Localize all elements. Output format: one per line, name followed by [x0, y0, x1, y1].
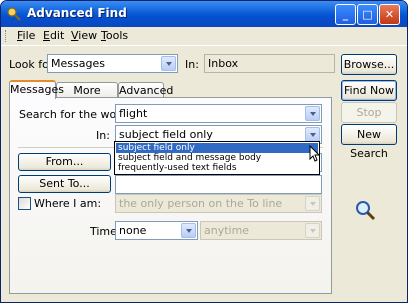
chevron-down-icon[interactable] — [181, 223, 196, 238]
minimize-button[interactable]: _ — [335, 4, 356, 25]
find-now-button[interactable]: Find Now — [341, 80, 397, 101]
chevron-down-icon[interactable] — [305, 106, 320, 121]
search-words-field[interactable]: flight — [115, 104, 322, 123]
in-folder-value: Inbox — [208, 57, 239, 70]
where-i-am-checkbox[interactable] — [18, 197, 31, 210]
advanced-find-window: Advanced Find _ □ ✕ File Edit View Tools… — [0, 0, 408, 303]
option-subject-and-body[interactable]: subject field and message body — [116, 153, 318, 163]
close-button[interactable]: ✕ — [379, 4, 400, 25]
in-field-options-list: subject field only subject field and mes… — [114, 141, 320, 175]
from-button[interactable]: From... — [18, 153, 111, 171]
tab-messages[interactable]: Messages — [9, 80, 64, 99]
time-range-dropdown[interactable]: anytime — [200, 221, 322, 240]
sent-to-field[interactable] — [115, 175, 322, 194]
where-i-am-value: the only person on the To line — [119, 197, 283, 210]
where-i-am-label: Where I am: — [34, 197, 102, 210]
time-dropdown[interactable]: none — [115, 221, 198, 240]
search-words-value: flight — [119, 107, 148, 120]
chevron-down-icon[interactable] — [305, 127, 320, 142]
time-value: none — [119, 224, 147, 237]
option-subject-only[interactable]: subject field only — [116, 143, 318, 153]
look-for-dropdown[interactable]: Messages — [47, 54, 178, 73]
title-bar[interactable]: Advanced Find _ □ ✕ — [1, 1, 407, 27]
option-frequently-used[interactable]: frequently-used text fields — [116, 163, 318, 173]
new-search-button[interactable]: New Search — [341, 124, 397, 160]
browse-button[interactable]: Browse... — [341, 54, 397, 75]
maximize-button[interactable]: □ — [357, 4, 378, 25]
window-title: Advanced Find — [27, 6, 127, 20]
menu-file[interactable]: File — [17, 29, 35, 42]
menu-edit[interactable]: Edit — [43, 29, 64, 42]
menu-bar: File Edit View Tools — [1, 27, 407, 46]
advanced-find-icon — [7, 7, 21, 21]
stop-button[interactable]: Stop — [341, 102, 397, 123]
menu-view[interactable]: View — [71, 29, 97, 42]
in-field-value: subject field only — [119, 128, 213, 141]
where-i-am-dropdown[interactable]: the only person on the To line — [115, 194, 322, 213]
time-range-value: anytime — [204, 224, 250, 237]
in-folder-label: In: — [185, 58, 199, 71]
sent-to-button[interactable]: Sent To... — [18, 175, 111, 193]
in-folder-field: Inbox — [204, 54, 335, 73]
search-icon — [356, 201, 376, 221]
menu-tools[interactable]: Tools — [101, 29, 128, 42]
chevron-down-icon[interactable] — [161, 56, 176, 71]
mouse-cursor-icon — [309, 145, 321, 162]
look-for-value: Messages — [51, 57, 105, 70]
chevron-down-icon — [305, 196, 320, 211]
chevron-down-icon — [305, 223, 320, 238]
messages-tab-panel: Search for the word(s): flight In: subje… — [9, 97, 332, 294]
menu-grip — [5, 30, 9, 42]
in-field-label: In: — [96, 129, 110, 142]
